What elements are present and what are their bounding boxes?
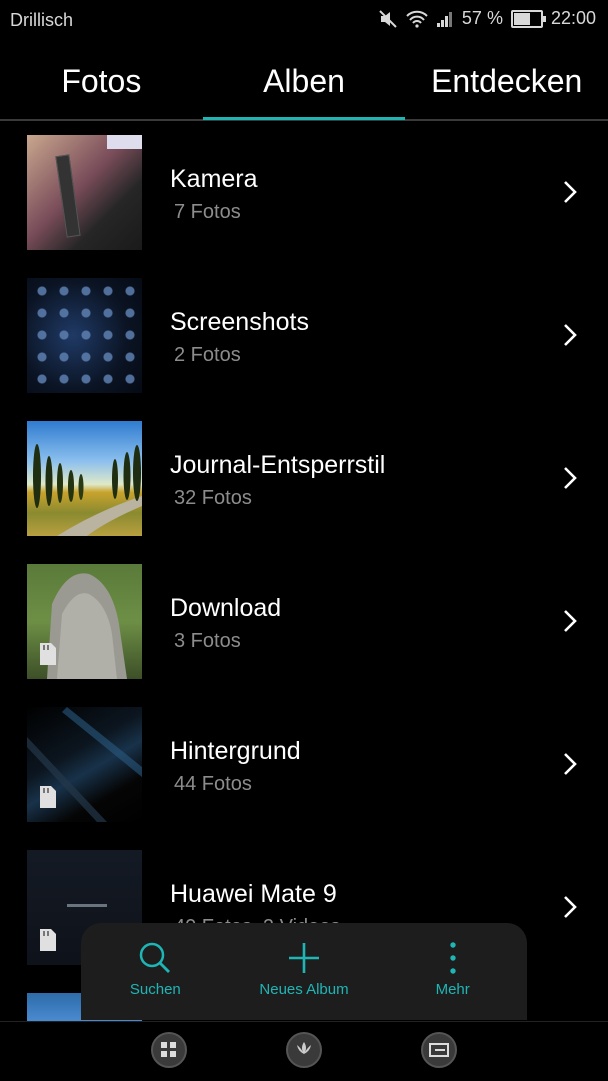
album-count: 32 Fotos (174, 487, 252, 509)
sd-card-icon (40, 929, 56, 951)
exit-button[interactable] (421, 1032, 457, 1068)
home-button[interactable] (286, 1032, 322, 1068)
album-row[interactable]: Hintergrund 44 Fotos (0, 693, 608, 836)
new-album-button[interactable]: Neues Album (230, 923, 379, 1020)
chevron-right-icon (564, 896, 577, 918)
active-tab-indicator (203, 117, 405, 120)
chevron-right-icon (564, 753, 577, 775)
album-thumbnail (27, 278, 142, 393)
album-title: Huawei Mate 9 (170, 880, 337, 908)
album-row[interactable]: Journal-Entsperrstil 32 Fotos (0, 407, 608, 550)
album-count: 44 Fotos (174, 773, 252, 795)
tab-entdecken[interactable]: Entdecken (405, 42, 608, 120)
search-button[interactable]: Suchen (81, 923, 230, 1020)
album-thumbnail (27, 135, 142, 250)
tab-bar: Fotos Alben Entdecken (0, 42, 608, 120)
exit-icon (429, 1043, 449, 1057)
search-icon (140, 942, 171, 973)
tab-fotos[interactable]: Fotos (0, 42, 203, 120)
album-title: Screenshots (170, 308, 309, 336)
album-title: Hintergrund (170, 737, 301, 765)
more-button[interactable]: Mehr (378, 923, 527, 1020)
chevron-right-icon (564, 610, 577, 632)
album-thumbnail (27, 421, 142, 536)
grid-icon (161, 1042, 176, 1057)
album-title: Kamera (170, 165, 258, 193)
search-label: Suchen (129, 981, 181, 998)
huawei-logo-icon (297, 1042, 311, 1054)
album-thumbnail (27, 707, 142, 822)
battery-icon (510, 9, 546, 28)
more-vertical-icon (449, 942, 456, 974)
sd-card-icon (40, 786, 56, 808)
signal-icon (436, 11, 452, 27)
more-label: Mehr (435, 981, 470, 998)
status-bar: Drillisch 57 % 22:00 (0, 0, 608, 42)
album-thumbnail (27, 564, 142, 679)
tab-alben[interactable]: Alben (203, 42, 406, 120)
battery-percent: 57 % (461, 8, 503, 28)
clock: 22:00 (550, 8, 596, 28)
album-row[interactable]: Download 3 Fotos (0, 550, 608, 693)
album-count: 7 Fotos (174, 201, 241, 223)
mute-icon (379, 9, 397, 28)
album-row[interactable]: Screenshots 2 Fotos (0, 264, 608, 407)
chevron-right-icon (564, 324, 577, 346)
album-title: Journal-Entsperrstil (170, 451, 386, 479)
chevron-right-icon (564, 181, 577, 203)
album-row[interactable]: Kamera 7 Fotos (0, 121, 608, 264)
system-nav-bar (0, 1021, 608, 1081)
bottom-action-bar: Suchen Neues Album Mehr (81, 923, 527, 1020)
chevron-right-icon (564, 467, 577, 489)
album-list: Kamera 7 Fotos Screenshots 2 Fotos Journ… (0, 121, 608, 979)
new-album-label: Neues Album (259, 981, 349, 998)
album-count: 3 Fotos (174, 630, 241, 652)
plus-icon (289, 943, 319, 973)
sd-card-icon (40, 643, 56, 665)
carrier-name: Drillisch (10, 10, 73, 30)
status-icons: 57 % 22:00 (378, 8, 596, 29)
wifi-icon (406, 10, 428, 28)
apps-button[interactable] (151, 1032, 187, 1068)
album-title: Download (170, 594, 282, 622)
album-count: 2 Fotos (174, 344, 241, 366)
